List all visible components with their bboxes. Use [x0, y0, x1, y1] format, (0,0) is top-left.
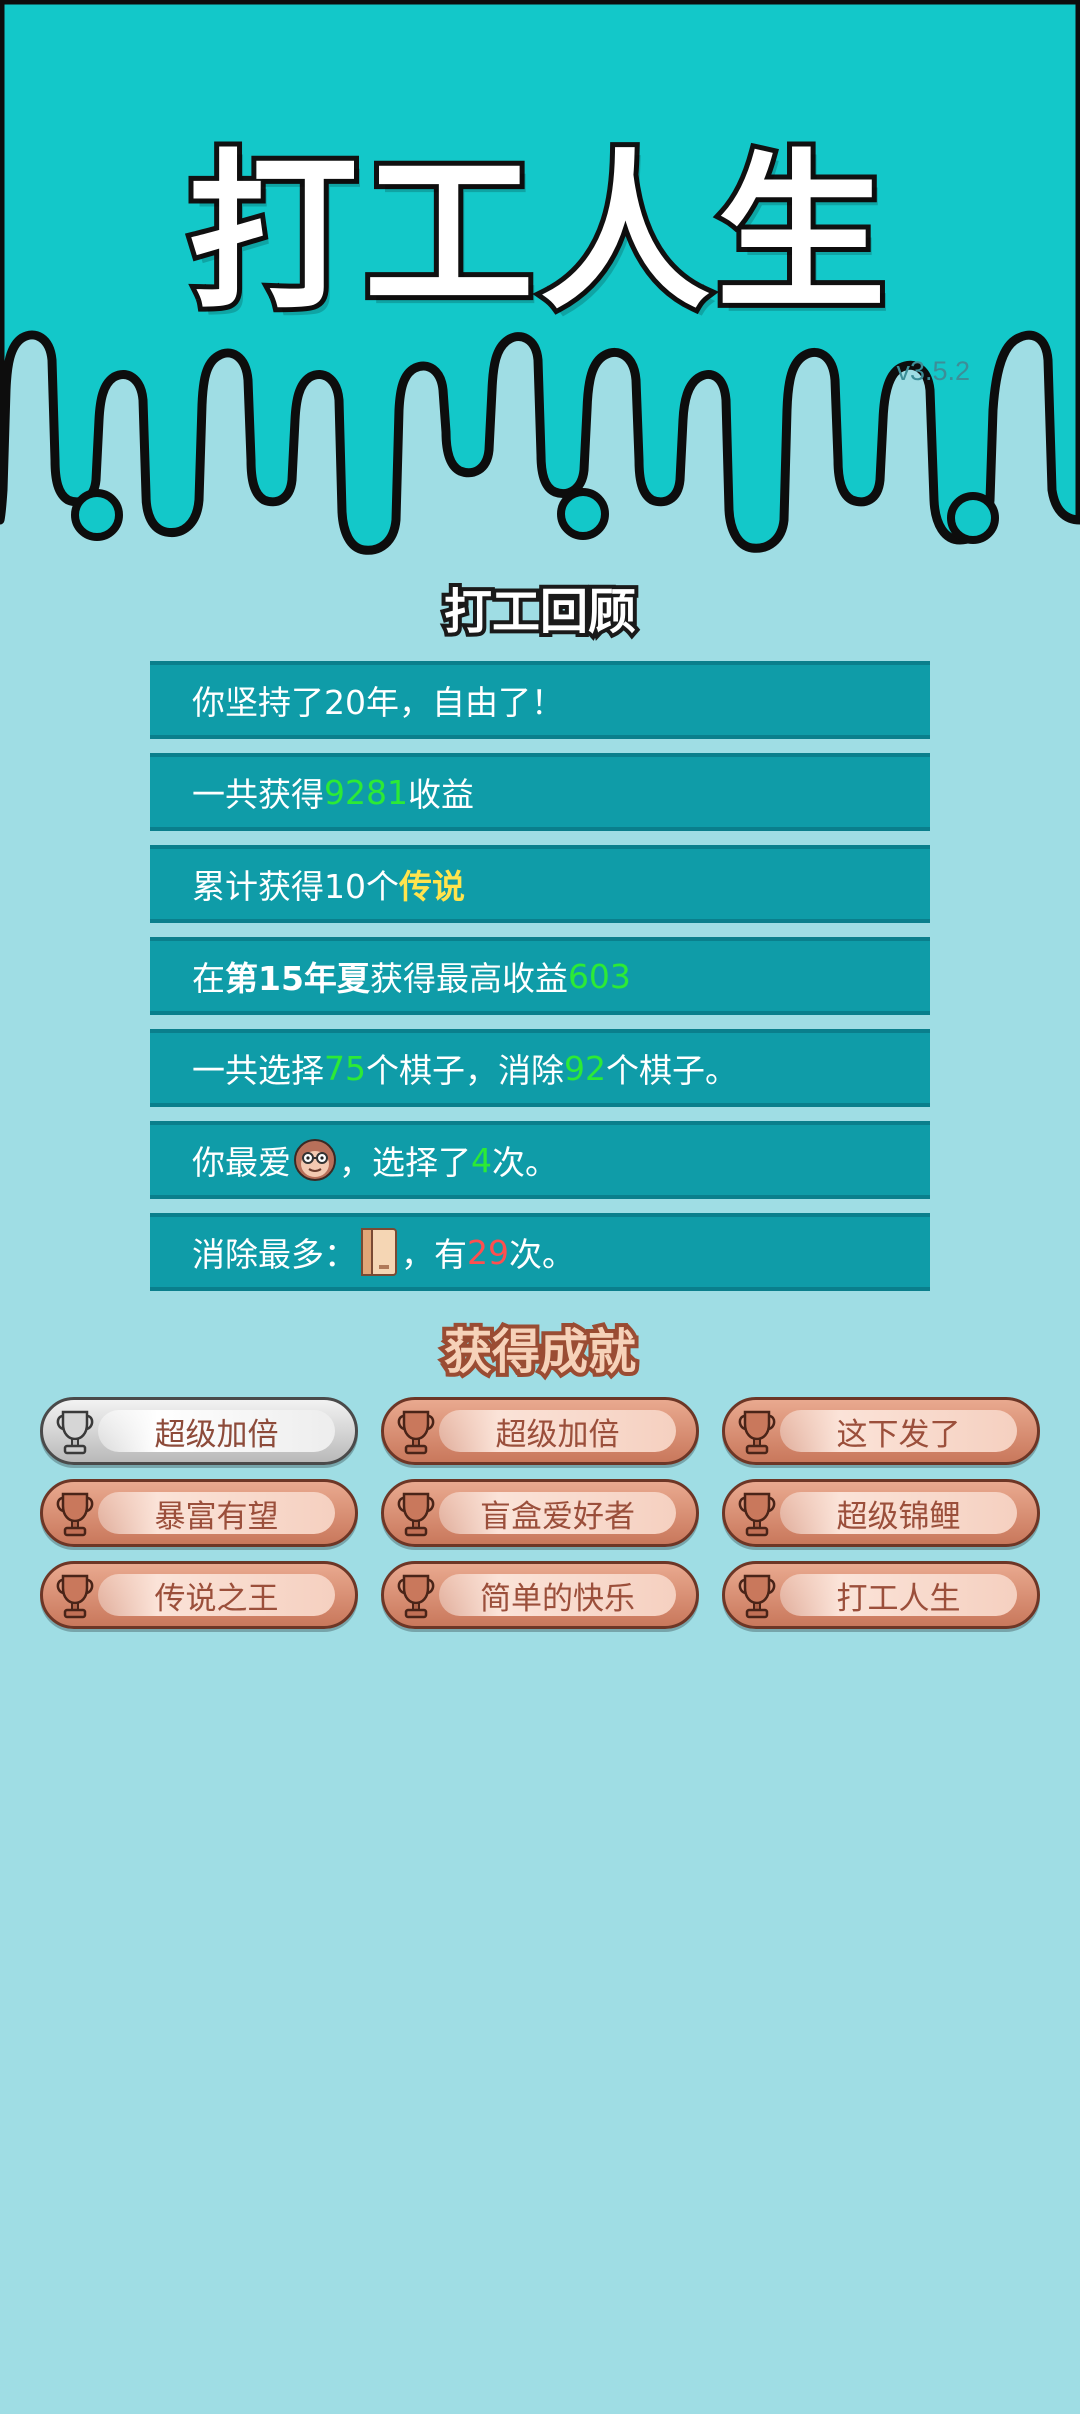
achievement-label: 简单的快乐	[480, 1580, 635, 1617]
achievement-label: 暴富有望	[154, 1498, 279, 1535]
achievement-badge[interactable]: 盲盒爱好者	[381, 1479, 699, 1547]
chosen-pieces-value: 75	[324, 1048, 366, 1088]
achievement-badge[interactable]: 这下发了	[722, 1397, 1040, 1465]
app-title: 打工人生	[183, 130, 892, 338]
review-text: 次。	[509, 1235, 575, 1274]
achievement-badge[interactable]: 超级加倍	[40, 1397, 358, 1465]
removed-pieces-value: 92	[564, 1048, 606, 1088]
trophy-icon	[397, 1410, 435, 1455]
trophy-icon	[56, 1410, 94, 1455]
review-text: 一共获得	[192, 775, 324, 814]
achievement-grid: 超级加倍 超级加倍 这下发了 暴富有望 盲盒爱好者 超级锦鲤 传说之王 简单的快…	[40, 1397, 1040, 1629]
trophy-icon	[397, 1492, 435, 1537]
achievement-label: 传说之王	[154, 1580, 279, 1617]
review-text: 个棋子。	[606, 1051, 738, 1090]
review-text: ，有	[401, 1235, 467, 1274]
achievement-badge[interactable]: 超级锦鲤	[722, 1479, 1040, 1547]
review-text: 获得最高收益	[369, 959, 568, 998]
review-text: 你最爱	[192, 1143, 291, 1182]
review-row-most-removed: 消除最多： ，有 29 次。	[150, 1213, 930, 1291]
total-income-value: 9281	[324, 772, 408, 812]
review-row-years: 你坚持了20年，自由了！	[150, 661, 930, 739]
review-row-favorite: 你最爱 ，选择了 4 次。	[150, 1121, 930, 1199]
legend-label: 传说	[399, 867, 465, 906]
trophy-icon	[56, 1492, 94, 1537]
trophy-icon	[397, 1574, 435, 1619]
achievement-label: 超级锦鲤	[836, 1498, 961, 1535]
review-text: 累计获得10个	[192, 867, 399, 906]
achievement-label: 打工人生	[836, 1580, 961, 1617]
achievement-label: 这下发了	[836, 1416, 961, 1453]
trophy-icon	[738, 1574, 776, 1619]
achievements-title: 获得成就	[440, 1320, 640, 1384]
review-text: 一共选择	[192, 1051, 324, 1090]
review-list: 你坚持了20年，自由了！ 一共获得 9281 收益 累计获得10个 传说 在 第15年…	[150, 661, 930, 1305]
monkey-face-icon	[294, 1139, 336, 1181]
review-text: 消除最多：	[192, 1235, 357, 1274]
achievement-badge[interactable]: 超级加倍	[381, 1397, 699, 1465]
most-removed-count-value: 29	[467, 1232, 509, 1272]
review-text: 个棋子，消除	[366, 1051, 564, 1090]
review-row-pieces: 一共选择 75 个棋子，消除 92 个棋子。	[150, 1029, 930, 1107]
trophy-icon	[738, 1410, 776, 1455]
review-row-total-income: 一共获得 9281 收益	[150, 753, 930, 831]
achievement-label: 超级加倍	[495, 1416, 620, 1453]
review-text: 你坚持了20年，自由了！	[192, 683, 564, 722]
achievement-label: 盲盒爱好者	[480, 1498, 635, 1535]
review-title: 打工回顾	[440, 580, 640, 644]
achievement-badge[interactable]: 打工人生	[722, 1561, 1040, 1629]
achievement-label: 超级加倍	[154, 1416, 279, 1453]
trophy-icon	[738, 1492, 776, 1537]
achievement-badge[interactable]: 暴富有望	[40, 1479, 358, 1547]
review-row-legend-count: 累计获得10个 传说	[150, 845, 930, 923]
review-text: 在	[192, 959, 225, 998]
achievement-badge[interactable]: 传说之王	[40, 1561, 358, 1629]
review-text: 次。	[492, 1143, 558, 1182]
version-label: v3.5.2	[896, 356, 970, 386]
favorite-count-value: 4	[471, 1140, 492, 1180]
review-text: ，选择了	[339, 1143, 471, 1182]
review-row-best-income: 在 第15年夏 获得最高收益 603	[150, 937, 930, 1015]
best-income-value: 603	[567, 956, 631, 996]
book-icon	[361, 1228, 397, 1276]
achievement-badge[interactable]: 简单的快乐	[381, 1561, 699, 1629]
trophy-icon	[56, 1574, 94, 1619]
best-season: 第15年夏	[225, 959, 370, 998]
review-text: 收益	[407, 775, 474, 814]
